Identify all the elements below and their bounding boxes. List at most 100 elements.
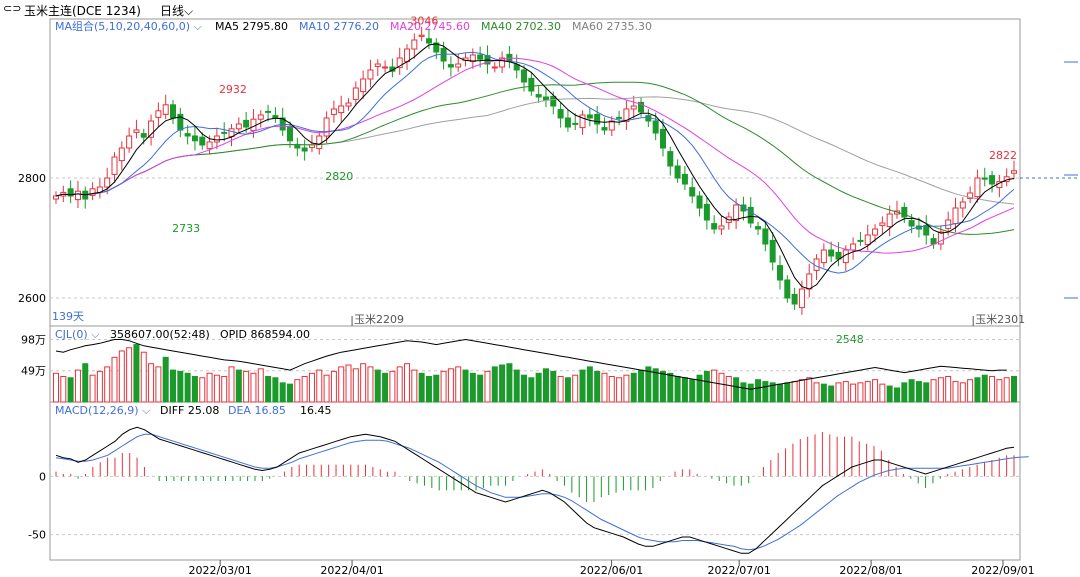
candle-body — [718, 225, 725, 230]
candle-body — [689, 187, 696, 197]
volume-indicator-label: CJL(0) ⌵ — [55, 328, 100, 341]
candle — [170, 100, 177, 124]
candle — [96, 178, 103, 199]
days-label: 139天 — [52, 310, 84, 323]
candle-body — [586, 114, 593, 119]
volume-bar — [908, 379, 915, 403]
volume-bar — [711, 369, 718, 403]
volume-bar — [608, 375, 615, 403]
volume-bar — [879, 383, 886, 403]
volume-bar — [477, 374, 484, 403]
contract-marker-label: 玉米2209 — [354, 313, 404, 326]
volume-bar — [989, 375, 996, 403]
candle-body — [477, 54, 484, 60]
volume-bar — [564, 377, 571, 403]
candle — [616, 110, 623, 126]
candle-body — [879, 222, 886, 226]
candle-body — [330, 108, 337, 115]
volume-bar — [528, 377, 535, 403]
candle-body — [447, 64, 454, 68]
annotation-high: 3046 — [410, 14, 438, 27]
candle — [996, 175, 1003, 198]
annotation-high: 2932 — [219, 83, 247, 96]
candle-body — [352, 87, 359, 100]
candle-body — [345, 102, 352, 107]
volume-bar — [367, 366, 374, 403]
volume-bar — [287, 383, 294, 403]
candle-body — [769, 239, 776, 263]
volume-bar — [455, 366, 462, 403]
volume-bar — [462, 369, 469, 403]
candle — [447, 56, 454, 77]
volume-bar — [755, 379, 762, 403]
volume-bar — [491, 366, 498, 403]
candle — [930, 233, 937, 249]
volume-bar — [1003, 377, 1010, 403]
volume-bar — [184, 372, 191, 403]
candle-body — [850, 243, 857, 251]
volume-bar — [82, 363, 89, 403]
volume-bar — [206, 372, 213, 403]
candle-body — [272, 115, 279, 119]
volume-bar — [996, 379, 1003, 403]
volume-bar — [915, 381, 922, 403]
volume-bar — [221, 375, 228, 403]
candle — [989, 170, 996, 193]
candle-body — [828, 249, 835, 257]
volume-bar — [601, 372, 608, 403]
candle-body — [542, 96, 549, 101]
candle-body — [287, 125, 294, 142]
volume-bar — [886, 385, 893, 403]
candle-body — [608, 120, 615, 131]
volume-bar — [959, 382, 966, 403]
legend-ma10: MA10 2776.20 — [299, 20, 379, 33]
candle — [330, 100, 337, 123]
candle — [301, 139, 308, 161]
volume-bar — [586, 366, 593, 403]
candle-body — [323, 117, 330, 137]
candle-body — [418, 34, 425, 37]
candle — [762, 222, 769, 252]
candle — [155, 102, 162, 127]
volume-bar — [842, 381, 849, 403]
y-tick-label: 98万 — [21, 333, 46, 346]
candle — [703, 197, 710, 230]
candle — [499, 51, 506, 73]
volume-bar — [659, 370, 666, 403]
volume-bar — [747, 383, 754, 403]
candle-body — [316, 135, 323, 150]
volume-bar — [594, 370, 601, 403]
candle-body — [989, 175, 996, 185]
volume-bar — [864, 381, 871, 403]
candle-body — [367, 69, 374, 80]
ma-indicator-label: MA组合(5,10,20,40,60,0) ⌵ — [55, 19, 203, 33]
candle-body — [235, 123, 242, 130]
candle — [806, 263, 813, 298]
volume-bar — [696, 374, 703, 403]
candle-body — [301, 147, 308, 152]
volume-bar — [316, 369, 323, 403]
oi-value: OPID 868594.00 — [220, 328, 310, 341]
volume-bar — [170, 369, 177, 403]
candle — [798, 280, 805, 315]
volume-bar — [806, 377, 813, 403]
volume-bar — [857, 382, 864, 403]
candle-body — [630, 105, 637, 110]
candle — [755, 221, 762, 235]
candle — [857, 232, 864, 246]
volume-bar — [718, 372, 725, 403]
volume-bar — [535, 372, 542, 403]
candle — [272, 107, 279, 123]
candle-body — [206, 141, 213, 150]
candle — [177, 107, 184, 138]
volume-bar — [850, 383, 857, 403]
volume-bar — [330, 370, 337, 403]
volume-bar — [835, 382, 842, 403]
candle — [776, 255, 783, 290]
volume-bar — [623, 374, 630, 403]
volume-bar — [557, 375, 564, 403]
volume-bar — [265, 375, 272, 403]
candle — [404, 44, 411, 70]
volume-panel: 98万 49万 CJL(0) ⌵ 358607.00(52:48) OPID 86859… — [21, 328, 1020, 403]
candle-body — [162, 104, 169, 115]
